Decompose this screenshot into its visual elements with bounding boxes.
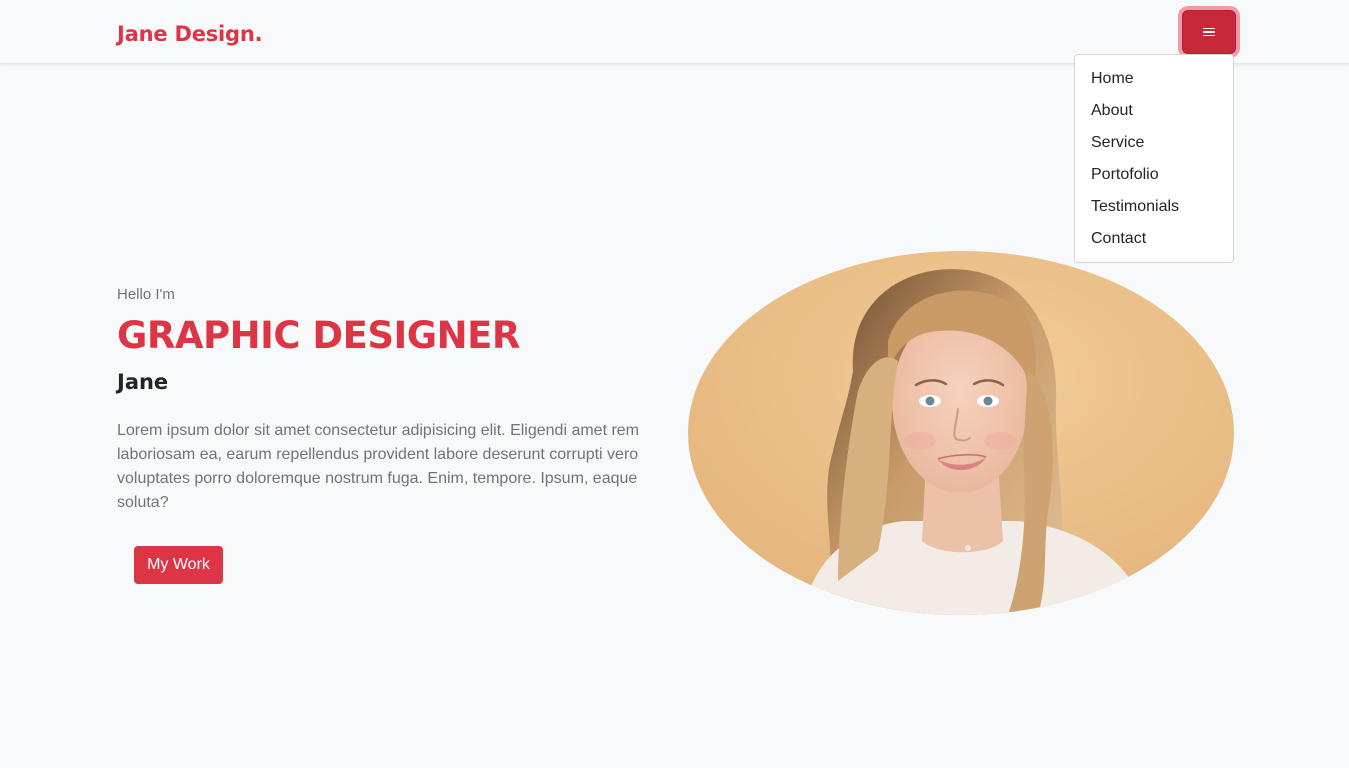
hamburger-menu-icon [1203, 27, 1215, 37]
nav-dropdown-menu: Home About Service Portofolio Testimonia… [1074, 54, 1234, 263]
hero-name: Jane [117, 370, 169, 394]
menu-toggle-button[interactable] [1182, 10, 1236, 54]
profile-photo [688, 251, 1234, 615]
my-work-button[interactable]: My Work [134, 546, 223, 584]
menu-item-service[interactable]: Service [1075, 127, 1233, 159]
hero-greeting: Hello I'm [117, 286, 175, 303]
menu-item-about[interactable]: About [1075, 95, 1233, 127]
menu-item-testimonials[interactable]: Testimonials [1075, 191, 1233, 223]
menu-item-home[interactable]: Home [1075, 63, 1233, 95]
hero-title: GRAPHIC DESIGNER [117, 314, 520, 357]
brand-logo[interactable]: Jane Design. [117, 19, 263, 49]
menu-item-contact[interactable]: Contact [1075, 223, 1233, 255]
menu-item-portfolio[interactable]: Portofolio [1075, 159, 1233, 191]
hero-bio: Lorem ipsum dolor sit amet consectetur a… [117, 422, 640, 511]
